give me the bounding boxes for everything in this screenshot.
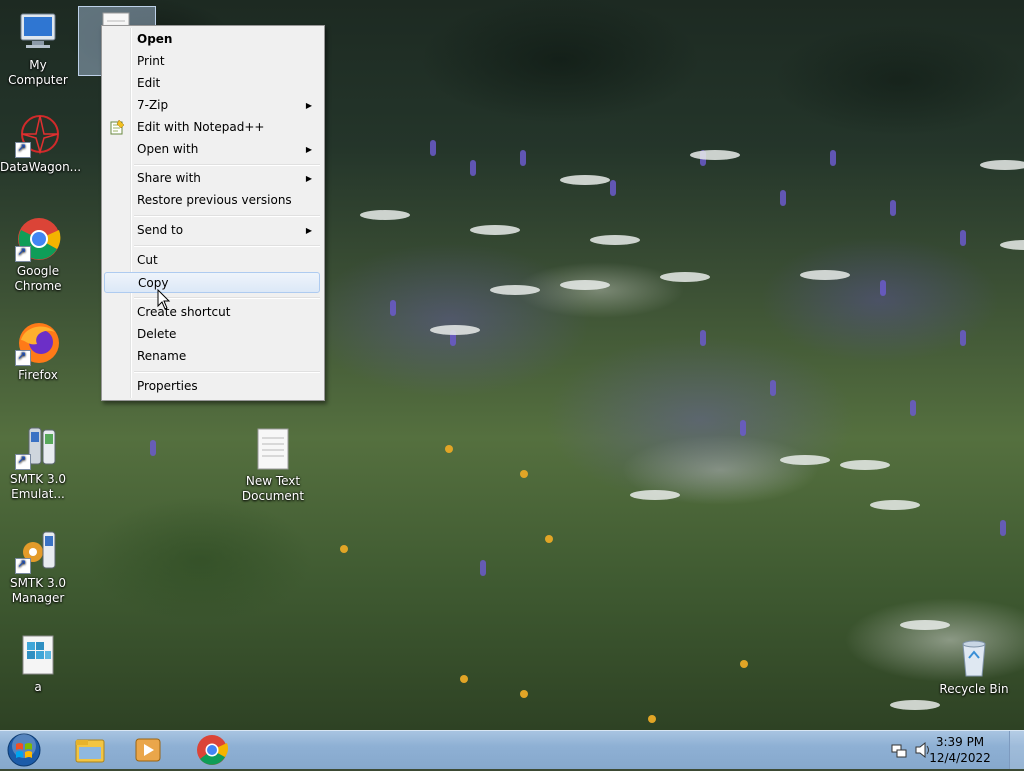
menu-item-open[interactable]: Open (104, 29, 320, 50)
desktop-icon-label: New Text Document (241, 474, 305, 503)
desktop-icon-label: DataWagon... (0, 160, 82, 174)
menu-item-delete[interactable]: Delete (104, 324, 320, 345)
clock-date: 12/4/2022 (929, 751, 991, 765)
menu-item-share-with[interactable]: Share with ▶ (104, 168, 320, 189)
desktop-icon-firefox[interactable]: Firefox (0, 320, 76, 383)
mouse-cursor-icon (157, 289, 171, 310)
submenu-arrow-icon: ▶ (305, 174, 312, 183)
desktop-icon-new-text-document[interactable]: New Text Document (235, 426, 311, 504)
media-player-icon (135, 738, 161, 762)
shortcut-arrow-icon (15, 348, 31, 366)
text-file-icon (250, 426, 296, 472)
menu-item-create-shortcut[interactable]: Create shortcut (104, 302, 320, 323)
desktop-icon-smtk-emulator[interactable]: SMTK 3.0 Emulat... (0, 424, 76, 502)
desktop-icon-label: My Computer (8, 58, 68, 87)
registry-file-icon (15, 632, 61, 678)
desktop-icon-label: Firefox (18, 368, 58, 382)
recycle-bin-icon (951, 634, 997, 680)
desktop-icon-recycle-bin[interactable]: Recycle Bin (936, 634, 1012, 697)
menu-separator (134, 371, 320, 373)
clock-time: 3:39 PM (935, 735, 985, 749)
system-clock[interactable]: 3:39 PM 12/4/2022 (920, 734, 1000, 766)
desktop-icon-label: Google Chrome (14, 264, 62, 293)
desktop-icon-smtk-manager[interactable]: SMTK 3.0 Manager (0, 528, 76, 606)
menu-item-properties[interactable]: Properties (104, 376, 320, 397)
shortcut-arrow-icon (15, 244, 31, 262)
menu-item-send-to[interactable]: Send to ▶ (104, 220, 320, 241)
chrome-icon (15, 216, 61, 262)
desktop-icon-chrome[interactable]: Google Chrome (0, 216, 76, 294)
menu-item-7zip[interactable]: 7-Zip ▶ (104, 95, 320, 116)
shortcut-arrow-icon (15, 452, 31, 470)
submenu-arrow-icon: ▶ (305, 226, 312, 235)
datawagon-icon (15, 112, 61, 158)
menu-item-cut[interactable]: Cut (104, 250, 320, 271)
menu-item-edit-with-notepadpp[interactable]: Edit with Notepad++ (104, 117, 320, 138)
menu-item-open-with[interactable]: Open with ▶ (104, 139, 320, 160)
windows-start-orb-icon (7, 733, 41, 767)
show-desktop-button[interactable] (1009, 731, 1024, 769)
smtk-emulator-icon (15, 424, 61, 470)
desktop-icon-my-computer[interactable]: My Computer (0, 10, 76, 88)
smtk-manager-icon (15, 528, 61, 574)
menu-separator (134, 164, 320, 166)
menu-separator (134, 215, 320, 217)
submenu-arrow-icon: ▶ (305, 101, 312, 110)
windows-explorer-icon (75, 739, 105, 763)
taskbar: 3:39 PM 12/4/2022 (0, 730, 1024, 769)
chrome-icon (197, 735, 228, 765)
notepadpp-icon (110, 119, 125, 135)
desktop-icon-label: SMTK 3.0 Manager (9, 576, 67, 605)
menu-item-print[interactable]: Print (104, 51, 320, 72)
taskbar-windows-explorer[interactable] (62, 733, 118, 767)
shortcut-arrow-icon (15, 140, 31, 158)
taskbar-media-player[interactable] (122, 733, 178, 767)
submenu-arrow-icon: ▶ (305, 145, 312, 154)
start-button[interactable] (4, 732, 44, 768)
desktop-icon-a[interactable]: a (0, 632, 76, 695)
menu-separator (134, 245, 320, 247)
context-menu: Open Print Edit 7-Zip ▶ Edit with Notepad… (101, 25, 325, 401)
firefox-icon (15, 320, 61, 366)
network-icon[interactable] (890, 741, 908, 759)
desktop-icon-label: a (34, 680, 42, 694)
shortcut-arrow-icon (15, 556, 31, 574)
desktop-icon-datawagon[interactable]: DataWagon... (0, 112, 82, 175)
menu-item-edit[interactable]: Edit (104, 73, 320, 94)
computer-icon (15, 10, 61, 56)
taskbar-chrome[interactable] (184, 733, 240, 767)
menu-item-rename[interactable]: Rename (104, 346, 320, 367)
desktop-icon-label: SMTK 3.0 Emulat... (9, 472, 67, 501)
desktop-icon-label: Recycle Bin (939, 682, 1009, 696)
menu-item-copy[interactable]: Copy (104, 272, 320, 293)
menu-item-restore-previous-versions[interactable]: Restore previous versions (104, 190, 320, 211)
